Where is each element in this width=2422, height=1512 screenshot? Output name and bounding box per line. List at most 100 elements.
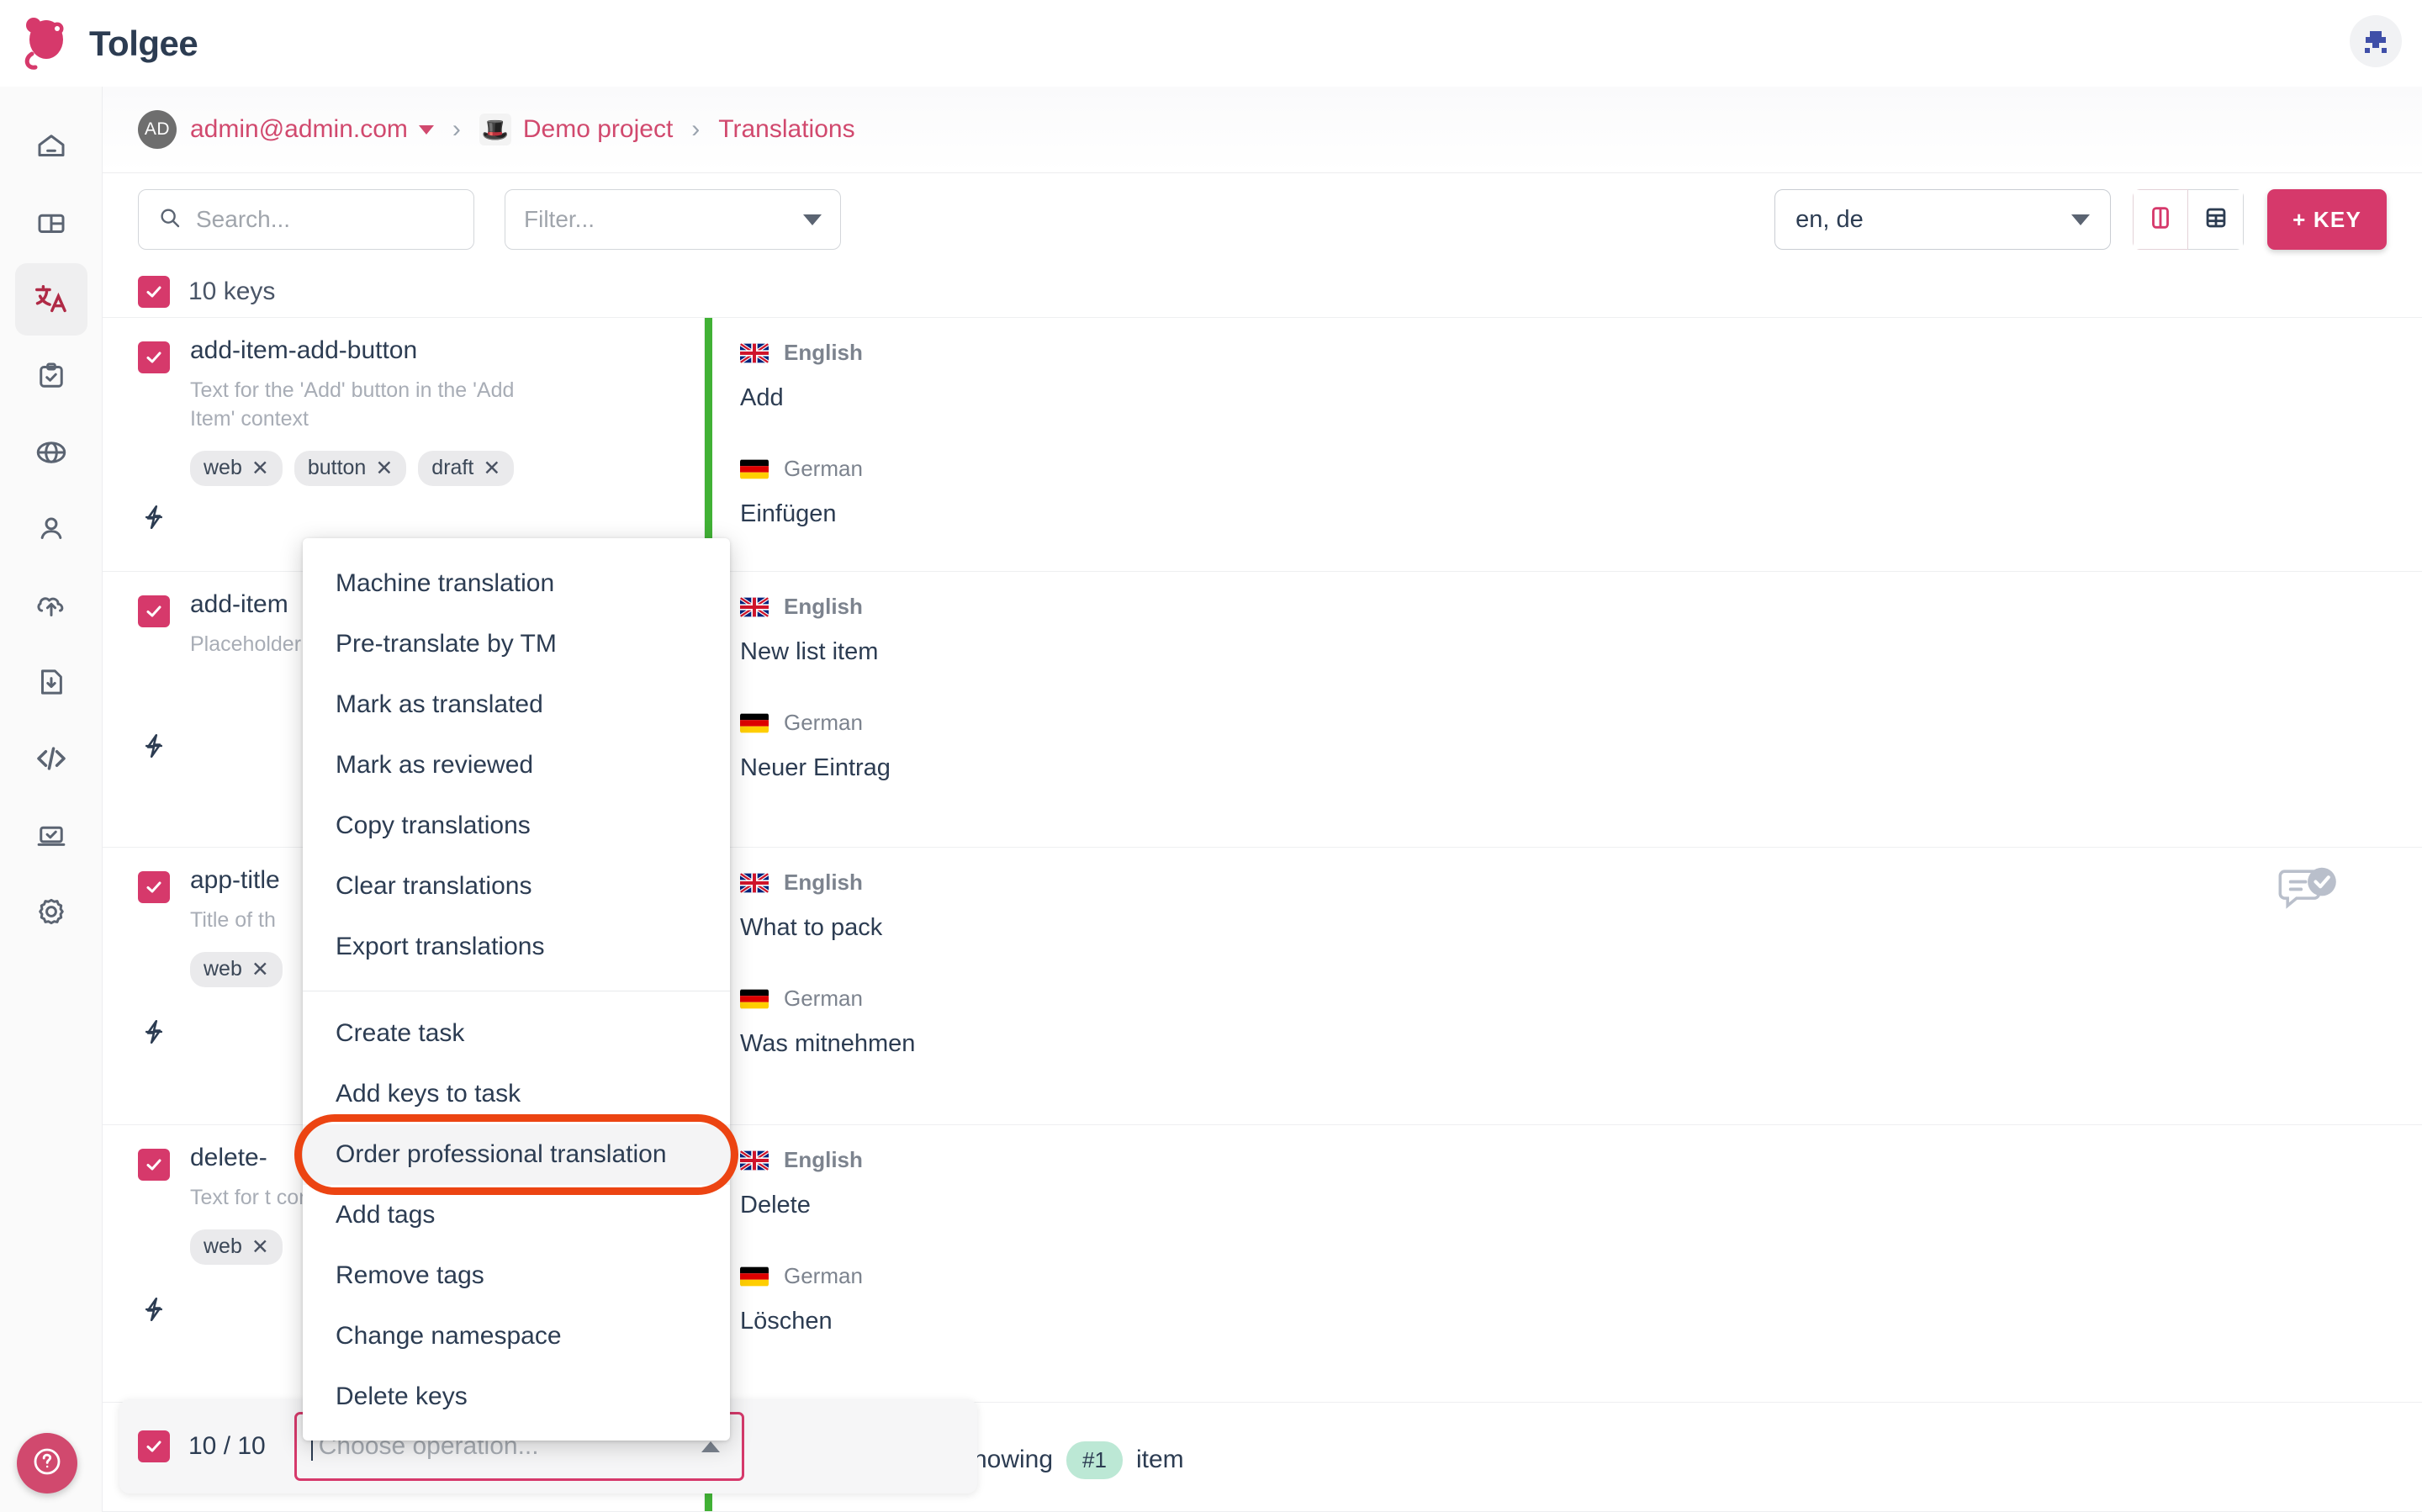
list-view-icon — [2146, 204, 2175, 236]
search-input[interactable]: Search... — [138, 189, 474, 250]
flag-gb-icon — [740, 1150, 769, 1171]
translation-en[interactable]: English What to pack — [705, 848, 2422, 950]
menu-item-pre-translate-by-tm[interactable]: Pre-translate by TM — [303, 614, 730, 674]
cloud-upload-icon — [34, 588, 69, 623]
translation-de[interactable]: German Einfügen — [705, 434, 2422, 537]
menu-item-add-tags[interactable]: Add tags — [303, 1185, 730, 1245]
sidebar-item-members[interactable] — [15, 493, 87, 565]
tag-chip[interactable]: web ✕ — [190, 951, 283, 987]
dashboard-icon — [34, 205, 69, 241]
row-checkbox[interactable] — [138, 595, 170, 627]
language-label: German — [784, 986, 863, 1011]
translation-de[interactable]: German Neuer Eintrag — [705, 688, 2422, 790]
select-all-checkbox[interactable] — [138, 275, 170, 308]
translation-en[interactable]: English Delete — [705, 1125, 2422, 1228]
key-tags: web ✕ button ✕ draft ✕ — [190, 450, 704, 486]
tag-chip[interactable]: button ✕ — [293, 450, 407, 486]
menu-item-clear-translations[interactable]: Clear translations — [303, 856, 730, 917]
flag-gb-icon — [740, 872, 769, 893]
table-view-button[interactable] — [2188, 189, 2245, 250]
sidebar-item-export[interactable] — [15, 646, 87, 718]
close-icon[interactable]: ✕ — [251, 456, 269, 481]
table-row: add-item-add-button Text for the 'Add' b… — [103, 318, 2422, 572]
key-name[interactable]: add-item-add-button — [190, 336, 704, 365]
add-key-button[interactable]: + KEY — [2267, 189, 2387, 250]
selected-count: 10 / 10 — [188, 1432, 266, 1460]
menu-item-mark-as-reviewed[interactable]: Mark as reviewed — [303, 735, 730, 796]
close-icon[interactable]: ✕ — [251, 957, 269, 982]
menu-item-delete-keys[interactable]: Delete keys — [303, 1367, 730, 1427]
breadcrumb-user[interactable]: admin@admin.com — [190, 115, 408, 144]
row-checkbox[interactable] — [138, 871, 170, 903]
filter-select[interactable]: Filter... — [505, 189, 841, 250]
translation-value[interactable]: New list item — [740, 638, 2422, 666]
menu-divider: Create task Add keys to task Order profe… — [294, 991, 738, 1427]
translation-value[interactable]: Add — [740, 384, 2422, 412]
flag-gb-icon — [740, 342, 769, 363]
translation-value[interactable]: What to pack — [740, 914, 2422, 942]
sidebar-item-home[interactable] — [15, 110, 87, 182]
key-description: Text for the 'Add' button in the 'Add It… — [190, 378, 515, 431]
menu-item-mark-as-translated[interactable]: Mark as translated — [303, 674, 730, 735]
translation-value[interactable]: Delete — [740, 1192, 2422, 1219]
pixel-avatar-icon[interactable] — [2350, 15, 2402, 67]
close-icon[interactable]: ✕ — [483, 456, 500, 481]
comment-resolved-icon[interactable] — [2276, 866, 2341, 923]
translation-value[interactable]: Neuer Eintrag — [740, 754, 2422, 782]
menu-item-remove-tags[interactable]: Remove tags — [303, 1245, 730, 1306]
translation-language: English — [740, 870, 2422, 896]
translation-language: English — [740, 1147, 2422, 1173]
close-icon[interactable]: ✕ — [251, 1234, 269, 1260]
translation-en[interactable]: English Add — [705, 318, 2422, 420]
translations-cell: English What to pack German Was mitnehme… — [704, 848, 2422, 1124]
translation-value[interactable]: Löschen — [740, 1308, 2422, 1335]
sidebar-item-dashboard[interactable] — [15, 187, 87, 259]
search-placeholder: Search... — [196, 206, 291, 232]
list-view-button[interactable] — [2133, 189, 2189, 250]
row-checkbox[interactable] — [138, 341, 170, 373]
top-bar: Tolgee — [0, 0, 2422, 87]
breadcrumb-page[interactable]: Translations — [718, 115, 854, 144]
translation-en[interactable]: English New list item — [705, 572, 2422, 674]
tag-label: web — [204, 957, 242, 981]
brand-name: Tolgee — [89, 23, 198, 63]
sidebar-item-import[interactable] — [15, 569, 87, 642]
sidebar-item-developer[interactable] — [15, 722, 87, 795]
menu-item-change-namespace[interactable]: Change namespace — [303, 1306, 730, 1367]
translation-language: German — [740, 986, 2422, 1012]
quick-actions-icon[interactable] — [140, 503, 704, 536]
translation-de[interactable]: German Löschen — [705, 1241, 2422, 1344]
help-button[interactable] — [17, 1433, 77, 1493]
tag-chip[interactable]: web ✕ — [190, 1229, 283, 1265]
breadcrumb-user-caret-icon[interactable] — [418, 124, 434, 135]
language-label: English — [784, 870, 863, 895]
menu-item-machine-translation[interactable]: Machine translation — [303, 553, 730, 614]
breadcrumb-project[interactable]: Demo project — [523, 115, 673, 144]
flag-de-icon — [740, 459, 769, 479]
close-icon[interactable]: ✕ — [375, 456, 393, 481]
sidebar-item-settings[interactable] — [15, 875, 87, 948]
languages-select[interactable]: en, de — [1774, 189, 2112, 250]
tag-chip[interactable]: web ✕ — [190, 450, 283, 486]
translation-value[interactable]: Was mitnehmen — [740, 1030, 2422, 1058]
breadcrumb: AD admin@admin.com › 🎩 Demo project › Tr… — [103, 87, 2422, 173]
language-label: German — [784, 710, 863, 735]
sidebar-item-translations[interactable] — [14, 263, 87, 336]
menu-item-order-professional-translation[interactable]: Order professional translation — [303, 1124, 730, 1185]
sidebar-item-tasks[interactable] — [15, 340, 87, 412]
tag-chip[interactable]: draft ✕ — [418, 450, 515, 486]
bulk-select-checkbox[interactable] — [138, 1430, 170, 1462]
menu-item-export-translations[interactable]: Export translations — [303, 917, 730, 977]
row-checkbox[interactable] — [138, 1149, 170, 1181]
menu-item-add-keys-to-task[interactable]: Add keys to task — [303, 1064, 730, 1124]
menu-item-copy-translations[interactable]: Copy translations — [303, 796, 730, 856]
translation-de[interactable]: German Was mitnehmen — [705, 964, 2422, 1066]
menu-item-create-task[interactable]: Create task — [303, 1003, 730, 1064]
file-download-icon — [34, 664, 69, 700]
translation-value[interactable]: Einfügen — [740, 500, 2422, 528]
search-icon — [157, 205, 182, 235]
sidebar-item-integrate[interactable] — [15, 799, 87, 871]
sidebar-item-languages[interactable] — [15, 416, 87, 489]
brand-logo[interactable]: Tolgee — [20, 17, 198, 71]
language-label: English — [784, 594, 863, 619]
